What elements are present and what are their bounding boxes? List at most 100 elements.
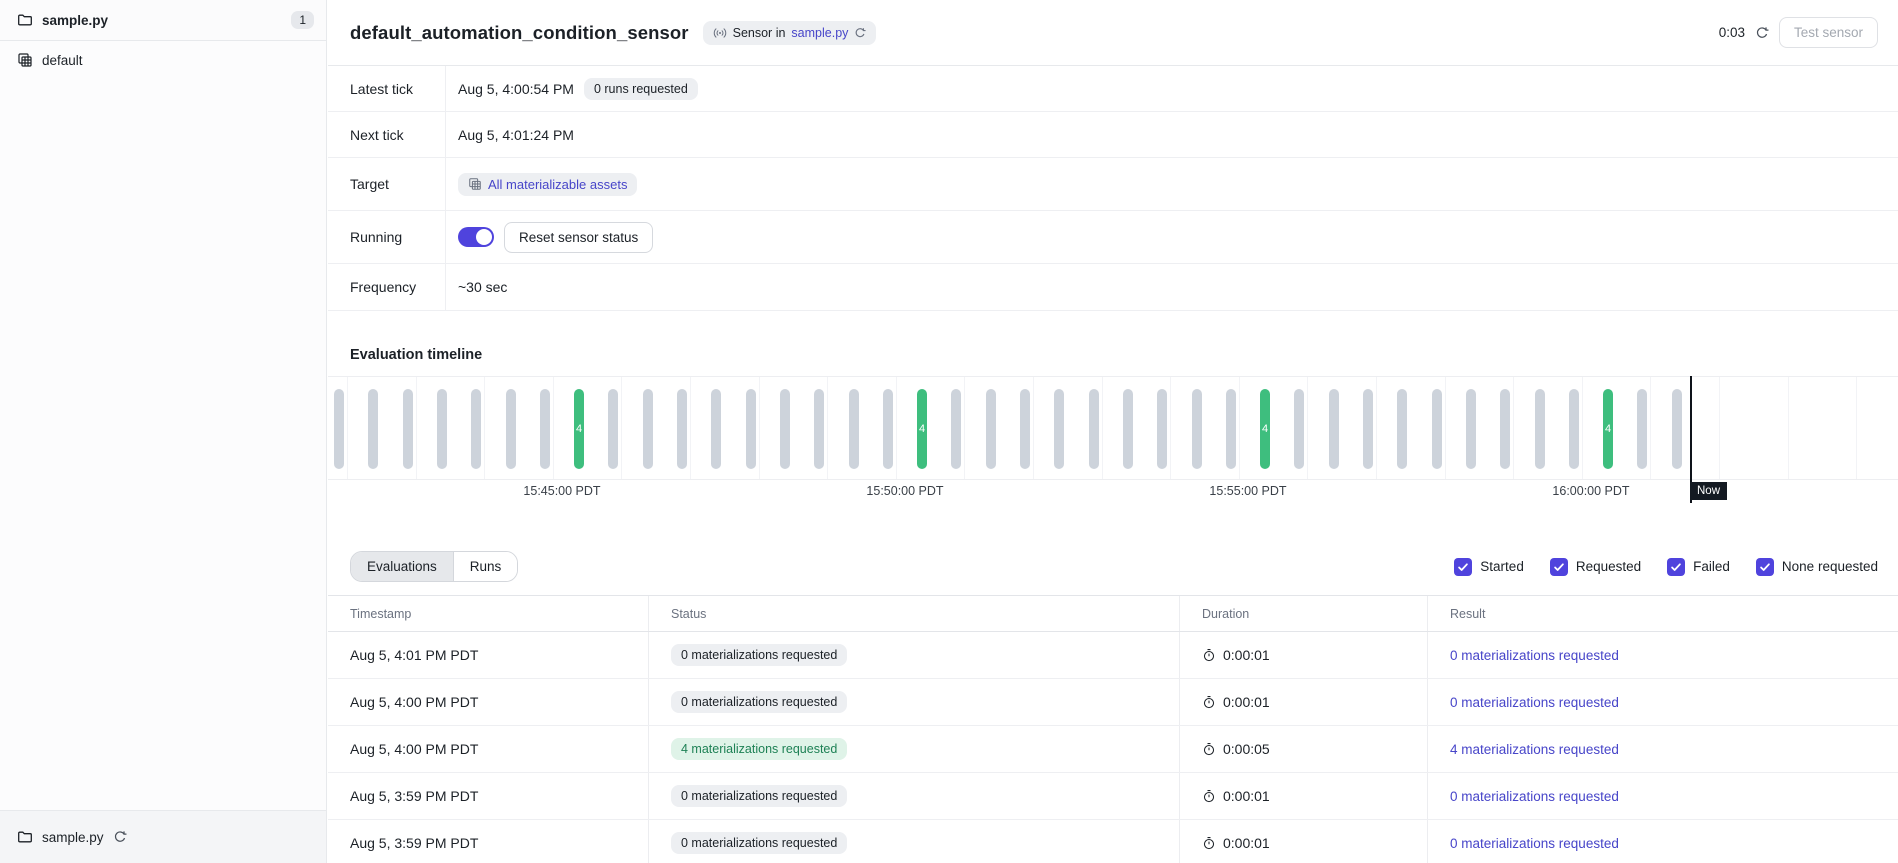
running-toggle[interactable] <box>458 227 494 247</box>
checkbox-checked-icon[interactable] <box>1550 558 1568 576</box>
timeline-tick-success[interactable]: 4 <box>1260 389 1270 469</box>
timeline-tick[interactable] <box>1157 389 1167 469</box>
table-row: Aug 5, 3:59 PM PDT 0 materializations re… <box>328 820 1898 863</box>
row-status-pill: 0 materializations requested <box>671 785 847 807</box>
filter-none-requested[interactable]: None requested <box>1756 558 1878 576</box>
timeline-tick[interactable] <box>1432 389 1442 469</box>
stopwatch-icon <box>1202 789 1216 803</box>
timeline-tick[interactable] <box>643 389 653 469</box>
timeline-tick[interactable] <box>746 389 756 469</box>
sensor-type-badge: Sensor in sample.py <box>703 21 877 45</box>
filter-started[interactable]: Started <box>1454 558 1524 576</box>
latest-tick-status-badge: 0 runs requested <box>584 78 698 100</box>
timeline-gridline <box>1102 377 1103 479</box>
timeline-gridline <box>1239 377 1240 479</box>
test-sensor-button[interactable]: Test sensor <box>1779 17 1878 48</box>
status-filters: Started Requested Failed None requested <box>1454 558 1878 576</box>
timeline-tick[interactable] <box>1637 389 1647 469</box>
timeline-tick[interactable] <box>1363 389 1373 469</box>
row-result-link[interactable]: 0 materializations requested <box>1450 695 1619 710</box>
timeline-tick[interactable] <box>1089 389 1099 469</box>
timeline-tick[interactable] <box>1329 389 1339 469</box>
row-result-link[interactable]: 4 materializations requested <box>1450 742 1619 757</box>
timeline-tick[interactable] <box>608 389 618 469</box>
row-status-pill: 0 materializations requested <box>671 644 847 666</box>
refresh-icon[interactable] <box>113 830 127 844</box>
timeline-tick[interactable] <box>1466 389 1476 469</box>
checkbox-checked-icon[interactable] <box>1667 558 1685 576</box>
row-result-link[interactable]: 0 materializations requested <box>1450 648 1619 663</box>
timeline-tick[interactable] <box>540 389 550 469</box>
folder-icon <box>17 829 33 845</box>
timeline-tick[interactable] <box>506 389 516 469</box>
tab-evaluations[interactable]: Evaluations <box>351 552 453 581</box>
timeline-gridline <box>759 377 760 479</box>
timeline-tick[interactable] <box>814 389 824 469</box>
timeline-tick[interactable] <box>1054 389 1064 469</box>
filter-failed[interactable]: Failed <box>1667 558 1730 576</box>
timeline-gridline <box>827 377 828 479</box>
target-assets-link[interactable]: All materializable assets <box>488 177 627 192</box>
checkbox-checked-icon[interactable] <box>1756 558 1774 576</box>
tab-runs[interactable]: Runs <box>453 552 518 581</box>
target-assets-pill[interactable]: All materializable assets <box>458 173 637 196</box>
timeline-tick-success[interactable]: 4 <box>574 389 584 469</box>
main-content: default_automation_condition_sensor Sens… <box>328 0 1898 863</box>
timeline-axis-label: 15:45:00 PDT <box>523 484 600 498</box>
timeline-tick[interactable] <box>471 389 481 469</box>
timeline-tick[interactable] <box>1672 389 1682 469</box>
row-result-link[interactable]: 0 materializations requested <box>1450 836 1619 851</box>
timeline-tick-success[interactable]: 4 <box>917 389 927 469</box>
timeline-tick[interactable] <box>1123 389 1133 469</box>
timeline-gridline <box>416 377 417 479</box>
reset-sensor-status-button[interactable]: Reset sensor status <box>504 222 653 253</box>
timeline-tick[interactable] <box>1294 389 1304 469</box>
sensor-badge-file-link[interactable]: sample.py <box>791 26 848 40</box>
row-duration: 0:00:01 <box>1223 694 1270 710</box>
table-row: Aug 5, 4:01 PM PDT 0 materializations re… <box>328 632 1898 679</box>
timeline-tick-success[interactable]: 4 <box>1603 389 1613 469</box>
refresh-icon[interactable] <box>1755 26 1769 40</box>
sidebar-footer-label: sample.py <box>42 830 104 845</box>
latest-tick-label: Latest tick <box>328 66 446 111</box>
timeline-tick[interactable] <box>677 389 687 469</box>
timeline-tick[interactable] <box>951 389 961 469</box>
timeline-tick[interactable] <box>1192 389 1202 469</box>
row-duration: 0:00:01 <box>1223 835 1270 851</box>
timeline-tick[interactable] <box>1397 389 1407 469</box>
timeline-tick[interactable] <box>711 389 721 469</box>
sidebar-file-label: sample.py <box>42 13 108 28</box>
timeline-gridline <box>964 377 965 479</box>
row-result-link[interactable]: 0 materializations requested <box>1450 789 1619 804</box>
filter-label: None requested <box>1782 559 1878 574</box>
table-header-row: Timestamp Status Duration Result <box>328 595 1898 632</box>
timeline-tick[interactable] <box>849 389 859 469</box>
timeline-tick[interactable] <box>1500 389 1510 469</box>
timeline-tick[interactable] <box>986 389 996 469</box>
timeline-tick[interactable] <box>437 389 447 469</box>
timeline-tick[interactable] <box>403 389 413 469</box>
timeline-tick[interactable] <box>368 389 378 469</box>
timeline-gridline <box>484 377 485 479</box>
timeline-tick[interactable] <box>1569 389 1579 469</box>
sidebar-item-default[interactable]: default <box>0 41 326 79</box>
table-row: Aug 5, 4:00 PM PDT 0 materializations re… <box>328 679 1898 726</box>
timeline-tick[interactable] <box>780 389 790 469</box>
timeline-tick[interactable] <box>1226 389 1236 469</box>
row-duration: 0:00:01 <box>1223 788 1270 804</box>
table-row: Aug 5, 4:00 PM PDT 4 materializations re… <box>328 726 1898 773</box>
timeline-tick[interactable] <box>1020 389 1030 469</box>
timeline-axis-label: 15:50:00 PDT <box>866 484 943 498</box>
sidebar-file-row[interactable]: sample.py 1 <box>0 0 326 41</box>
checkbox-checked-icon[interactable] <box>1454 558 1472 576</box>
timeline-tick[interactable] <box>1535 389 1545 469</box>
filter-requested[interactable]: Requested <box>1550 558 1641 576</box>
timeline-tick[interactable] <box>334 389 344 469</box>
detail-row-running: Running Reset sensor status <box>328 211 1898 264</box>
stopwatch-icon <box>1202 695 1216 709</box>
timeline-tick[interactable] <box>883 389 893 469</box>
timeline-chart[interactable]: 4 4 4 4 <box>328 376 1898 480</box>
timeline-gridline <box>690 377 691 479</box>
refresh-icon[interactable] <box>854 27 866 39</box>
frequency-label: Frequency <box>328 264 446 310</box>
